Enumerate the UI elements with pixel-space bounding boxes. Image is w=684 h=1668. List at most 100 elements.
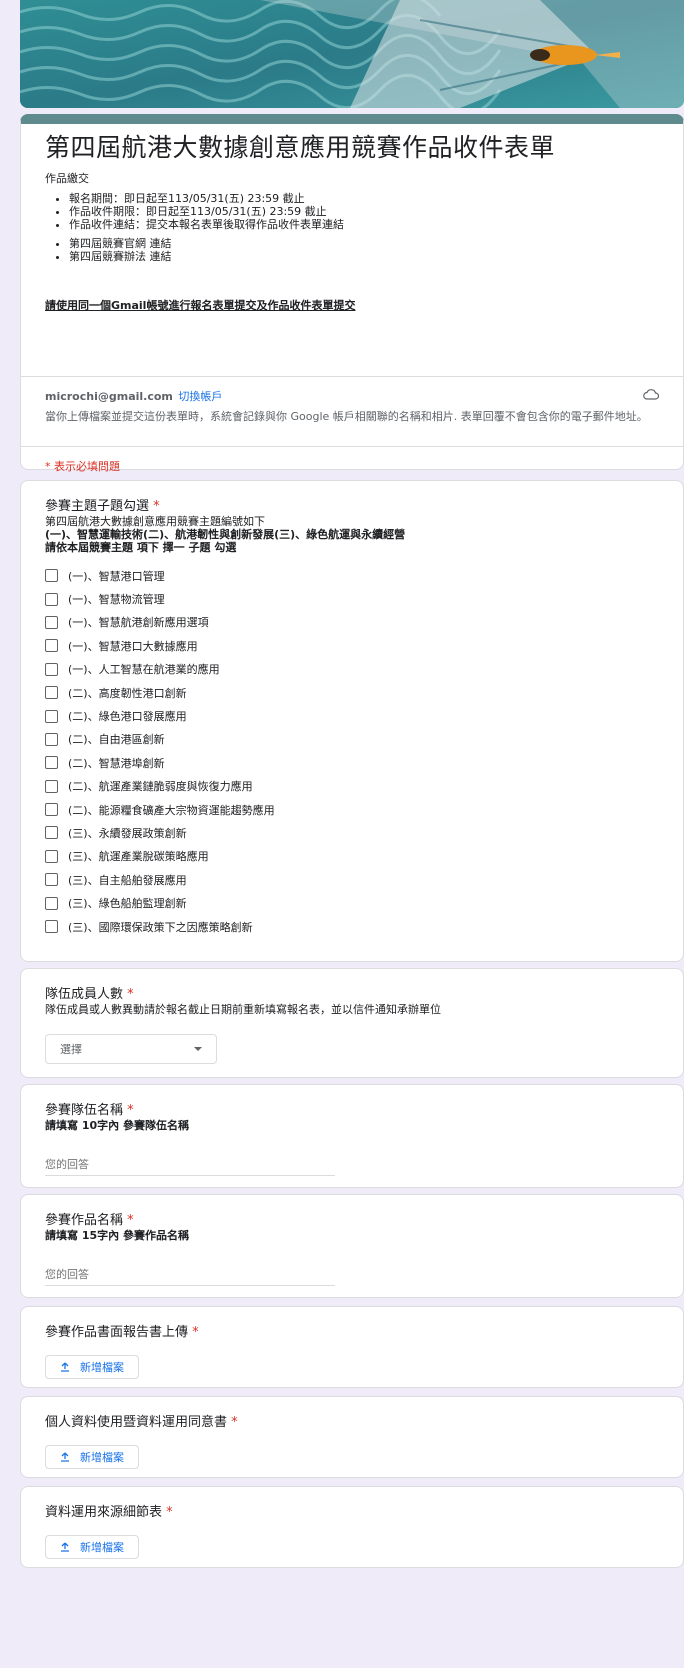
option-label: (三)、航運產業脫碳策略應用 — [68, 850, 209, 864]
add-file-button[interactable]: 新增檔案 — [45, 1445, 139, 1469]
required-note: * 表示必填問題 — [45, 460, 120, 473]
work-name-input[interactable] — [45, 1266, 335, 1286]
checkbox-option[interactable]: (二)、自由港區創新 — [45, 728, 659, 751]
record-notice: 當你上傳檔案並提交這份表單時，系統會記錄與你 Google 帳戶相關聯的名稱和相… — [45, 410, 648, 423]
required-mark: * — [127, 987, 134, 1002]
add-file-button[interactable]: 新增檔案 — [45, 1355, 139, 1379]
checkbox-option[interactable]: (二)、綠色港口發展應用 — [45, 704, 659, 727]
question-title-text: 參賽隊伍名稱 — [45, 1103, 124, 1118]
checkbox[interactable] — [45, 662, 58, 676]
checkbox-option[interactable]: (二)、航運產業鏈脆弱度與恢復力應用 — [45, 775, 659, 798]
info-item: 報名期間：即日起至113/05/31(五) 23:59 截止 — [69, 192, 659, 205]
question-title-text: 參賽作品名稱 — [45, 1213, 124, 1228]
checkbox[interactable] — [45, 896, 58, 910]
checkbox-option[interactable]: (三)、永續發展政策創新 — [45, 821, 659, 844]
question-card-team-name: 參賽隊伍名稱 * 請填寫 10字內 參賽隊伍名稱 — [20, 1084, 684, 1188]
checkbox-option[interactable]: (三)、綠色船舶監理創新 — [45, 891, 659, 914]
checkbox-option[interactable]: (三)、航運產業脫碳策略應用 — [45, 845, 659, 868]
switch-account-link[interactable]: 切換帳戶 — [178, 390, 222, 403]
checkbox[interactable] — [45, 779, 58, 793]
option-label: (一)、智慧港口管理 — [68, 569, 165, 583]
add-file-label: 新增檔案 — [80, 1361, 124, 1374]
question-title-text: 參賽作品書面報告書上傳 — [45, 1325, 189, 1340]
option-label: (二)、智慧港埠創新 — [68, 756, 165, 770]
question-description: (一)、智慧運輸技術(二)、航港韌性與創新發展(三)、綠色航運與永續經營 — [45, 528, 406, 541]
checkbox-option[interactable]: (三)、自主船舶發展應用 — [45, 868, 659, 891]
upload-icon — [61, 1362, 69, 1372]
info-item: 作品收件期限：即日起至113/05/31(五) 23:59 截止 — [69, 205, 659, 218]
account-row: microchi@gmail.com 切換帳戶 — [45, 388, 659, 404]
checkbox[interactable] — [45, 639, 58, 653]
checkbox[interactable] — [45, 803, 58, 817]
question-title: 參賽作品書面報告書上傳 * — [45, 1325, 659, 1341]
checkbox-option[interactable]: (二)、智慧港埠創新 — [45, 751, 659, 774]
checkbox[interactable] — [45, 732, 58, 746]
required-mark: * — [166, 1505, 173, 1520]
question-title: 個人資料使用暨資料運用同意書 * — [45, 1415, 659, 1431]
header-banner-image — [20, 0, 684, 108]
checkbox-option[interactable]: (一)、智慧港口大數據應用 — [45, 634, 659, 657]
checkbox-option[interactable]: (三)、國際環保政策下之因應策略創新 — [45, 915, 659, 938]
divider — [21, 376, 683, 377]
checkbox-list: (一)、智慧港口管理 (一)、智慧物流管理 (一)、智慧航港創新應用選項 (一)… — [45, 564, 659, 938]
upload-icon — [61, 1542, 69, 1552]
question-title-text: 參賽主題子題勾選 — [45, 499, 150, 514]
option-label: (一)、智慧物流管理 — [68, 593, 165, 607]
team-name-input[interactable] — [45, 1156, 335, 1176]
question-description: 請填寫 15字內 參賽作品名稱 — [45, 1229, 189, 1242]
question-description: 請依本屆競賽主題 項下 擇一 子題 勾選 — [45, 541, 237, 554]
question-title: 參賽主題子題勾選 * — [45, 499, 659, 515]
question-title: 參賽隊伍名稱 * — [45, 1103, 659, 1119]
checkbox[interactable] — [45, 920, 58, 934]
add-file-button[interactable]: 新增檔案 — [45, 1535, 139, 1559]
question-description: 請填寫 10字內 參賽隊伍名稱 — [45, 1119, 189, 1132]
checkbox[interactable] — [45, 569, 58, 583]
info-item-link[interactable]: 第四屆競賽辦法 連結 — [69, 250, 659, 263]
option-label: (三)、綠色船舶監理創新 — [68, 897, 187, 911]
checkbox-option[interactable]: (二)、高度韌性港口創新 — [45, 681, 659, 704]
team-size-select[interactable]: 選擇 — [45, 1034, 217, 1064]
checkbox[interactable] — [45, 873, 58, 887]
option-label: (三)、自主船舶發展應用 — [68, 873, 187, 887]
checkbox[interactable] — [45, 615, 58, 629]
checkbox[interactable] — [45, 592, 58, 606]
add-file-label: 新增檔案 — [80, 1541, 124, 1554]
section-label: 作品繳交 — [45, 172, 89, 185]
option-label: (一)、智慧航港創新應用選項 — [68, 616, 209, 630]
add-file-label: 新增檔案 — [80, 1451, 124, 1464]
option-label: (一)、智慧港口大數據應用 — [68, 639, 198, 653]
checkbox[interactable] — [45, 686, 58, 700]
checkbox-option[interactable]: (一)、智慧港口管理 — [45, 564, 659, 587]
checkbox[interactable] — [45, 826, 58, 840]
checkbox[interactable] — [45, 849, 58, 863]
required-mark: * — [153, 499, 160, 514]
option-label: (三)、國際環保政策下之因應策略創新 — [68, 920, 253, 934]
question-title-text: 資料運用來源細節表 — [45, 1505, 163, 1520]
question-description: 隊伍成員或人數異動請於報名截止日期前重新填寫報名表，並以信件通知承辦單位 — [45, 1003, 441, 1016]
option-label: (二)、高度韌性港口創新 — [68, 686, 187, 700]
required-mark: * — [127, 1103, 134, 1118]
required-mark: * — [231, 1415, 238, 1430]
checkbox[interactable] — [45, 709, 58, 723]
checkbox-option[interactable]: (一)、智慧物流管理 — [45, 587, 659, 610]
link-list: 第四屆競賽官網 連結 第四屆競賽辦法 連結 — [45, 237, 659, 263]
form-title: 第四屆航港大數據創意應用競賽作品收件表單 — [45, 133, 556, 162]
question-title: 參賽作品名稱 * — [45, 1213, 659, 1229]
question-card-team-size: 隊伍成員人數 * 隊伍成員或人數異動請於報名截止日期前重新填寫報名表，並以信件通… — [20, 968, 684, 1078]
question-title: 資料運用來源細節表 * — [45, 1505, 659, 1521]
question-title: 隊伍成員人數 * — [45, 987, 659, 1003]
option-label: (二)、航運產業鏈脆弱度與恢復力應用 — [68, 780, 253, 794]
account-email: microchi@gmail.com — [45, 390, 173, 403]
checkbox[interactable] — [45, 756, 58, 770]
gmail-notice: 請使用同一個Gmail帳號進行報名表單提交及作品收件表單提交 — [45, 299, 356, 312]
question-card-topic: 參賽主題子題勾選 * 第四屆航港大數據創意應用競賽主題編號如下 (一)、智慧運輸… — [20, 480, 684, 962]
form-header-card: 第四屆航港大數據創意應用競賽作品收件表單 作品繳交 報名期間：即日起至113/0… — [20, 114, 684, 473]
checkbox-option[interactable]: (二)、能源糧食礦產大宗物資運能趨勢應用 — [45, 798, 659, 821]
checkbox-option[interactable]: (一)、智慧航港創新應用選項 — [45, 611, 659, 634]
option-label: (三)、永續發展政策創新 — [68, 826, 187, 840]
question-card-work-name: 參賽作品名稱 * 請填寫 15字內 參賽作品名稱 — [20, 1194, 684, 1298]
info-item-link[interactable]: 第四屆競賽官網 連結 — [69, 237, 659, 250]
option-label: (二)、綠色港口發展應用 — [68, 710, 187, 724]
checkbox-option[interactable]: (一)、人工智慧在航港業的應用 — [45, 658, 659, 681]
info-item: 作品收件連結：提交本報名表單後取得作品收件表單連結 — [69, 218, 659, 231]
